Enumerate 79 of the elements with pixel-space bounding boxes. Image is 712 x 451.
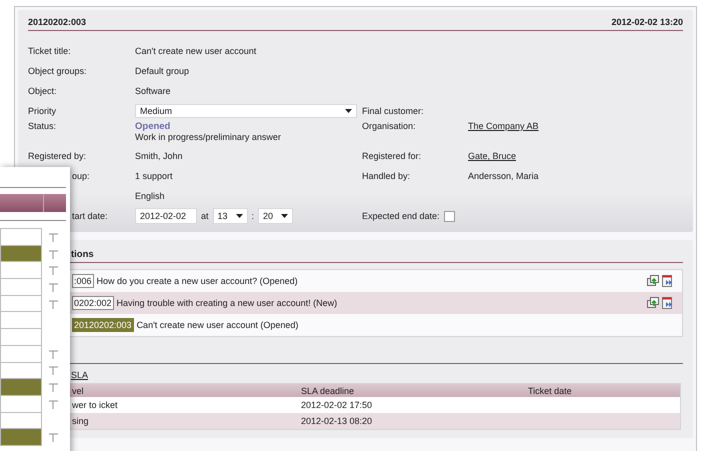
ticket-id-tag[interactable]: 20120202:003 [72, 318, 134, 332]
field-label: oup: [72, 171, 90, 181]
ticket-id-tag[interactable]: :006 [72, 274, 94, 288]
relation-text: Having trouble with creating a new user account! (New) [116, 298, 338, 308]
ticket-id-tag[interactable]: 0202:002 [72, 296, 114, 310]
ticket-timestamp: 2012-02-02 13:20 [611, 17, 683, 27]
checkbox[interactable] [444, 210, 455, 222]
field-value: Smith, John [135, 151, 183, 161]
tick-mark-icon [49, 350, 58, 359]
field-value: Default group [135, 66, 190, 76]
priority-select[interactable]: Medium [135, 104, 357, 118]
list-row[interactable] [0, 429, 42, 446]
hour-select[interactable]: 13 [212, 208, 248, 224]
list-row[interactable] [0, 296, 42, 312]
document-forward-icon[interactable] [662, 297, 674, 309]
tick-mark-icon [49, 400, 58, 409]
status-note: Work in progress/preliminary answer [135, 132, 281, 142]
list-row[interactable] [0, 262, 42, 280]
tick-mark-icon [49, 266, 58, 276]
field-label: Handled by: [362, 171, 410, 181]
table-cell-text: wer to icket [72, 400, 119, 410]
column-header: vel [72, 386, 85, 396]
tick-mark-icon [49, 433, 58, 442]
field-value: Andersson, Maria [468, 171, 539, 181]
relation-text: Can't create new user account (Opened) [136, 320, 298, 330]
column-header: Ticket date [528, 386, 573, 396]
at-label: at [201, 211, 209, 221]
sla-link[interactable]: SLA [71, 370, 88, 380]
field-value: Can't create new user account [135, 46, 256, 56]
field-value: 1 support [135, 171, 173, 181]
list-row[interactable] [0, 312, 42, 330]
window-arrow-icon[interactable] [647, 275, 659, 286]
field-label: Object: [28, 86, 57, 96]
field-label: Registered for: [362, 151, 422, 161]
field-value: Software [135, 86, 171, 96]
overlay-header-bar [0, 194, 66, 212]
table-cell-text: 2012-02-02 17:50 [301, 400, 374, 410]
field-value: English [135, 191, 165, 201]
table-cell-text: 2012-02-13 08:20 [301, 416, 374, 426]
list-row[interactable] [0, 279, 42, 296]
list-row[interactable] [0, 346, 42, 362]
table-cell-text: sing [72, 416, 90, 426]
field-label: tart date: [72, 211, 108, 221]
list-row[interactable] [0, 412, 42, 430]
field-label: Priority [28, 106, 56, 116]
list-row[interactable] [0, 379, 42, 396]
tick-mark-icon [49, 366, 58, 376]
section-title: tions [71, 248, 94, 260]
tick-mark-icon [49, 300, 58, 309]
field-label: Final customer: [362, 106, 424, 116]
field-label: Registered by: [28, 151, 86, 161]
date-field[interactable]: 2012-02-02 [135, 208, 197, 224]
field-label: Expected end date: [362, 211, 440, 221]
relation-text: How do you create a new user account? (Opened) [96, 276, 298, 286]
list-row[interactable] [0, 329, 42, 346]
column-header: SLA deadline [301, 386, 356, 396]
caret-icon [345, 109, 352, 113]
list-row[interactable] [0, 396, 42, 413]
list-row[interactable] [0, 229, 42, 246]
status-value: Opened [135, 121, 172, 132]
tick-mark-icon [49, 383, 58, 392]
document-forward-icon[interactable] [662, 275, 674, 287]
caret-icon [281, 214, 288, 218]
tick-mark-icon [49, 250, 58, 259]
ticket-id: 20120202:003 [28, 17, 86, 27]
caret-icon [236, 214, 243, 218]
list-row[interactable] [0, 246, 42, 262]
list-row[interactable] [0, 362, 42, 380]
field-label: Status: [28, 121, 56, 131]
link[interactable]: Gate, Bruce [468, 151, 516, 161]
field-label: Ticket title: [28, 46, 71, 56]
minute-select[interactable]: 20 [258, 208, 294, 224]
field-label: Organisation: [362, 121, 416, 131]
tick-mark-icon [49, 282, 58, 292]
window-arrow-icon[interactable] [647, 297, 659, 308]
tick-mark-icon [49, 232, 58, 242]
time-separator: : [252, 211, 254, 221]
field-label: Object groups: [28, 66, 87, 76]
link[interactable]: The Company AB [468, 121, 539, 131]
